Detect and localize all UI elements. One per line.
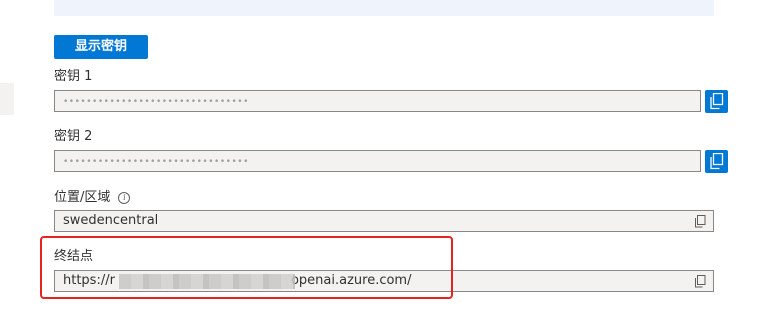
- highlight-annotation: [40, 236, 453, 299]
- key2-field[interactable]: ••••••••••••••••••••••••••••••••: [54, 150, 701, 172]
- copy-key1-button[interactable]: [705, 90, 728, 113]
- location-value: swedencentral: [63, 213, 159, 228]
- copy-icon[interactable]: [694, 275, 706, 288]
- copy-icon[interactable]: [694, 215, 706, 228]
- copy-icon: [710, 93, 724, 110]
- location-field: swedencentral: [54, 210, 714, 232]
- key1-label: 密钥 1: [54, 69, 93, 84]
- sidebar-edge: [0, 83, 14, 115]
- copy-icon: [710, 153, 724, 170]
- show-keys-button[interactable]: 显示密钥: [54, 35, 148, 59]
- key2-value: ••••••••••••••••••••••••••••••••: [63, 157, 249, 167]
- key1-field[interactable]: ••••••••••••••••••••••••••••••••: [54, 90, 701, 112]
- info-icon[interactable]: i: [118, 192, 131, 204]
- location-label: 位置/区域 i: [54, 190, 131, 206]
- info-banner: [54, 0, 714, 16]
- key1-value: ••••••••••••••••••••••••••••••••: [63, 97, 249, 107]
- copy-key2-button[interactable]: [705, 150, 728, 173]
- key2-label: 密钥 2: [54, 129, 93, 144]
- location-label-text: 位置/区域: [54, 190, 111, 205]
